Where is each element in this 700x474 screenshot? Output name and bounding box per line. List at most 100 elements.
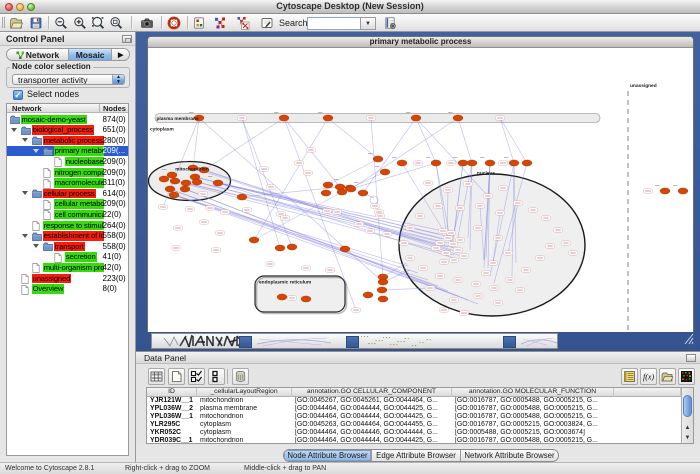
zoom-selected-icon[interactable] <box>109 16 123 30</box>
import-attr-icon[interactable] <box>659 368 676 385</box>
destroy-view-icon[interactable] <box>236 16 250 30</box>
tree-expand-arrow-icon[interactable] <box>11 128 17 132</box>
zoom-out-icon[interactable] <box>54 16 68 30</box>
app-zoom-button[interactable] <box>27 3 35 11</box>
tree-row[interactable]: nitrogen compo209(0) <box>7 167 128 178</box>
tree-expand-arrow-icon[interactable] <box>22 191 28 195</box>
app-minimize-button[interactable] <box>16 3 24 11</box>
graph-node-highlighted[interactable] <box>165 186 175 192</box>
graph-node-highlighted[interactable] <box>377 287 387 293</box>
scrollbar-thumb[interactable] <box>683 395 692 417</box>
search-input[interactable] <box>307 17 360 30</box>
graph-node-highlighted[interactable] <box>159 176 169 182</box>
tree-expand-arrow-icon[interactable] <box>33 244 39 248</box>
search-dropdown-button[interactable]: ▼ <box>360 17 376 30</box>
tab-network[interactable]: Network <box>7 49 69 60</box>
graph-node-highlighted[interactable] <box>237 194 247 200</box>
combo-stepper-icon[interactable]: ▲▼ <box>112 75 124 84</box>
graph-node-highlighted[interactable] <box>321 190 331 196</box>
session-settings-icon[interactable] <box>383 16 397 30</box>
graph-edge[interactable] <box>363 118 416 193</box>
graph-edge[interactable] <box>328 159 378 185</box>
table-row[interactable]: YPL036W__1mitochondrion[GO:0044464, GO:0… <box>147 413 681 421</box>
tab-network-attribute-browser[interactable]: Network Attribute Browser <box>461 450 558 461</box>
control-panel-float-icon[interactable] <box>122 35 132 43</box>
graph-node-highlighted[interactable] <box>363 292 373 298</box>
table-row[interactable]: YJR121W__1mitochondrion[GO:0045267, GO:0… <box>147 397 681 405</box>
attr-batch-icon[interactable] <box>621 368 638 385</box>
minimized-windows-strip[interactable] <box>151 333 558 349</box>
graph-node-highlighted[interactable] <box>485 160 495 166</box>
attr-table-icon[interactable] <box>148 368 165 385</box>
tab-mosaic[interactable]: Mosaic <box>69 49 112 60</box>
network-canvas[interactable]: plasma membranecytoplasmmitochondrionnuc… <box>148 48 693 332</box>
graph-node-highlighted[interactable] <box>340 246 350 252</box>
table-row[interactable]: YDR039C__1mitochondrion[GO:0044464, GO:0… <box>147 437 681 444</box>
formula-icon[interactable]: f(x) <box>640 368 657 385</box>
toolbar-grip[interactable] <box>2 17 5 28</box>
graph-node-highlighted[interactable] <box>660 188 670 194</box>
graph-node-highlighted[interactable] <box>249 237 259 243</box>
graph-node-highlighted[interactable] <box>301 296 311 302</box>
graph-node-highlighted[interactable] <box>458 160 468 166</box>
plasma-membrane-region[interactable] <box>155 114 600 123</box>
graph-node-highlighted[interactable] <box>169 192 179 198</box>
graph-node-highlighted[interactable] <box>277 294 287 300</box>
select-attr-icon[interactable] <box>188 368 205 385</box>
table-column-header[interactable] <box>614 388 681 397</box>
help-ring-icon[interactable] <box>167 16 181 30</box>
minimized-window-icon[interactable] <box>503 336 516 348</box>
graph-edge[interactable] <box>416 118 436 163</box>
annotation-icon[interactable] <box>192 16 206 30</box>
graph-node-highlighted[interactable] <box>431 160 441 166</box>
graph-node-highlighted[interactable] <box>678 188 688 194</box>
graph-node-highlighted[interactable] <box>380 169 390 175</box>
tree-expand-arrow-icon[interactable] <box>22 138 28 142</box>
node-color-combo[interactable]: transporter activity ▲▼ <box>12 74 125 85</box>
tree-row[interactable]: response to stimul264(0) <box>7 220 128 231</box>
graph-node-highlighted[interactable] <box>275 245 285 251</box>
tree-row[interactable]: cell communicat22(0) <box>7 209 128 220</box>
zoom-in-icon[interactable] <box>73 16 87 30</box>
graph-node-highlighted[interactable] <box>453 115 463 121</box>
graph-node-highlighted[interactable] <box>323 115 333 121</box>
attribute-table-scrollbar[interactable]: ▲ ▼ <box>681 388 693 443</box>
netwin-zoom-button[interactable] <box>175 40 181 46</box>
tree-row[interactable]: unassigned223(0) <box>7 273 128 284</box>
graph-node-highlighted[interactable] <box>192 179 202 185</box>
delete-attr-icon[interactable] <box>232 368 249 385</box>
tree-row[interactable]: cellular metabo209(0) <box>7 199 128 210</box>
data-panel-float-icon[interactable] <box>686 354 696 362</box>
tree-row[interactable]: primary metabo209(... <box>7 146 128 157</box>
tree-row[interactable]: metabolic process280(0) <box>7 135 128 146</box>
graph-node-highlighted[interactable] <box>358 190 368 196</box>
graph-node-highlighted[interactable] <box>346 186 356 192</box>
graph-node-highlighted[interactable] <box>213 180 223 186</box>
graph-node-highlighted[interactable] <box>373 156 383 162</box>
save-icon[interactable] <box>29 16 43 30</box>
graph-edge[interactable] <box>500 118 527 163</box>
self-loop-edge[interactable] <box>370 196 378 204</box>
graph-edge[interactable] <box>328 118 378 159</box>
tab-overflow-button[interactable]: ▶ <box>112 49 129 60</box>
graph-node-highlighted[interactable] <box>467 160 477 166</box>
graph-node-highlighted[interactable] <box>170 178 180 184</box>
table-row[interactable]: YPL036W__2plasma membrane[GO:0044464, GO… <box>147 405 681 413</box>
open-folder-icon[interactable] <box>9 16 23 30</box>
netwin-close-button[interactable] <box>153 40 159 46</box>
graph-node-highlighted[interactable] <box>180 186 190 192</box>
graph-node-highlighted[interactable] <box>522 160 532 166</box>
graph-edge[interactable] <box>195 177 442 239</box>
select-nodes-checkbox[interactable]: ✓ <box>13 90 23 100</box>
unselect-attr-icon[interactable] <box>208 368 225 385</box>
tree-expand-arrow-icon[interactable] <box>33 149 39 153</box>
zoom-fit-icon[interactable] <box>91 16 105 30</box>
tree-row[interactable]: biological_process651(0) <box>7 125 128 136</box>
tree-row[interactable]: mosaic-demo-yeast874(0) <box>7 114 128 125</box>
tree-row[interactable]: macromolecule311(0) <box>7 178 128 189</box>
graph-node-highlighted[interactable] <box>411 115 421 121</box>
heatmap-icon[interactable] <box>678 368 695 385</box>
graph-edge[interactable] <box>199 118 383 282</box>
desktop-resize-grip[interactable] <box>682 331 694 345</box>
table-column-header[interactable]: _cellularLayoutRegion <box>197 388 292 397</box>
